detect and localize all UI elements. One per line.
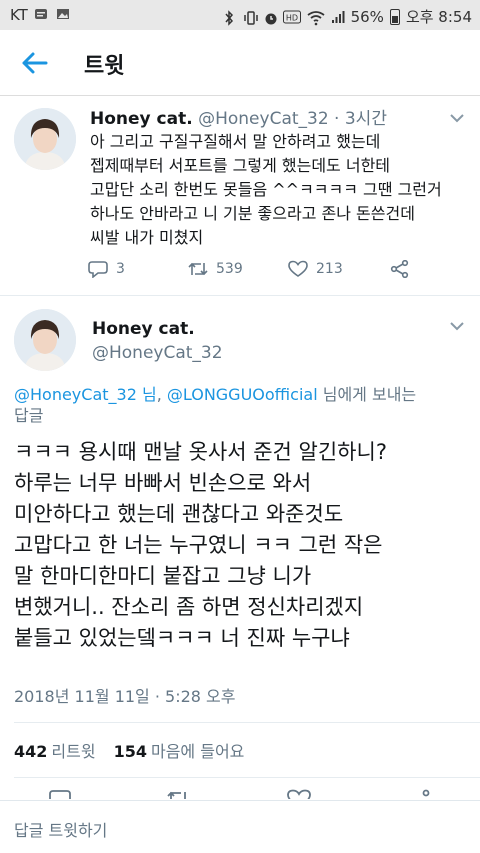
page-title: 트윗 [84, 54, 125, 79]
tweet-text-line: 하루는 너무 바빠서 빈손으로 와서 [14, 471, 312, 495]
battery-percent: 56% [350, 7, 384, 26]
battery-icon [389, 8, 400, 25]
tweet-text-line: 고맙단 소리 한번도 못들음 ^^ㅋㅋㅋㅋ 그땐 그런거 [90, 180, 442, 199]
author-handle[interactable]: @HoneyCat_32 [92, 343, 223, 363]
like-label[interactable]: 마음에 들어요 [151, 738, 244, 762]
like-count: 213 [316, 261, 343, 277]
app-header: 트윗 [0, 30, 480, 96]
tweet-timestamp: 2018년 11월 11일 · 5:28 오후 [14, 687, 236, 706]
reply-input[interactable]: 답글 트윗하기 [14, 817, 107, 841]
reply-to-suffix: 님에게 보내는 [317, 385, 417, 404]
tweet-text: ㅋㅋㅋ 용시때 맨날 옷사서 준건 알긴하니? 하루는 너무 바빠서 빈손으로 … [14, 437, 474, 654]
like-count[interactable]: 154 [114, 742, 147, 761]
svg-text:HD: HD [286, 13, 298, 22]
signal-icon [331, 10, 345, 24]
tweet-text-line: 미안하다고 했는데 괜찮다고 와준것도 [14, 502, 344, 526]
tweet-actions: 3 539 213 [88, 260, 428, 282]
like-button[interactable]: 213 [288, 260, 343, 278]
retweet-count: 539 [216, 261, 243, 277]
tweet-text-line: 아 그리고 구질구질해서 말 안하려고 했는데 [90, 132, 381, 151]
chevron-down-icon[interactable] [450, 321, 464, 331]
action-bar-partial [0, 785, 480, 799]
reply-to-link-1[interactable]: @HoneyCat_32 님 [14, 385, 157, 404]
clock: 오후 8:54 [405, 8, 472, 26]
retweet-icon[interactable] [166, 789, 190, 799]
tweet-text-line: 고맙다고 한 너는 누구였니 ㅋㅋ 그런 작은 [14, 533, 383, 557]
tweet-text-line: ㅋㅋㅋ 용시때 맨날 옷사서 준건 알긴하니? [14, 440, 387, 464]
tweet-text: 아 그리고 구질구질해서 말 안하려고 했는데 젭제때부터 서포트를 그렇게 했… [90, 130, 468, 250]
hd-icon: HD [282, 10, 301, 24]
vibrate-icon [243, 10, 258, 25]
back-button[interactable] [18, 48, 52, 78]
image-icon [56, 7, 70, 21]
reply-button[interactable]: 3 [88, 260, 125, 278]
wifi-icon [307, 10, 325, 25]
reply-context: @HoneyCat_32 님, @LONGGUOofficial 님에게 보내는… [14, 384, 464, 426]
author-name[interactable]: Honey cat. [92, 319, 195, 339]
chevron-down-icon[interactable] [450, 113, 464, 123]
reply-to-link-2[interactable]: @LONGGUOofficial [167, 385, 318, 404]
heart-icon [288, 260, 308, 277]
divider [14, 722, 480, 723]
retweet-label[interactable]: 리트윗 [51, 738, 95, 762]
status-bar: KT HD 56% 오후 8:54 [0, 0, 480, 30]
divider [14, 777, 480, 778]
reply-count: 3 [116, 261, 125, 277]
carrier-label: KT [10, 6, 28, 24]
share-button[interactable] [390, 260, 410, 278]
tweet-text-line: 젭제때부터 서포트를 그렇게 했는데도 너한테 [90, 156, 391, 175]
retweet-count[interactable]: 442 [14, 742, 47, 761]
share-icon[interactable] [414, 789, 438, 799]
reply-to-label: 답글 [14, 406, 44, 425]
author-handle-time: @HoneyCat_32 · 3시간 [198, 109, 387, 129]
reply-icon[interactable] [48, 789, 72, 799]
share-icon [390, 260, 409, 278]
tweet-text-line: 변했거니.. 잔소리 좀 하면 정신차리겠지 [14, 595, 364, 619]
alarm-icon [263, 10, 277, 24]
tweet-text-line: 붙들고 있었는뎈ㅋㅋㅋ 너 진짜 누구냐 [14, 626, 350, 650]
bluetooth-icon [223, 9, 237, 26]
avatar[interactable] [14, 309, 76, 371]
arrow-left-icon [22, 52, 48, 74]
notification-icon [34, 7, 48, 21]
reply-icon [88, 261, 108, 278]
tweet-text-line: 씨발 내가 미쳤지 [90, 228, 204, 247]
heart-icon[interactable] [287, 789, 311, 799]
parent-tweet[interactable]: Honey cat. @HoneyCat_32 · 3시간 아 그리고 구질구질… [0, 96, 480, 296]
tweet-text-line: 하나도 안바라고 니 기분 좋으라고 존나 돈쓴건데 [90, 204, 415, 223]
tweet-text-line: 말 한마디한마디 붙잡고 그냥 니가 [14, 564, 312, 588]
retweet-button[interactable]: 539 [188, 260, 243, 278]
avatar[interactable] [14, 108, 76, 170]
reply-composer-bar: 답글 트윗하기 [0, 800, 480, 853]
retweet-icon [188, 262, 208, 276]
tweet-stats: 442 리트윗 154 마음에 들어요 [14, 738, 244, 762]
author-name[interactable]: Honey cat. [90, 109, 193, 129]
reply-to-separator: , [156, 385, 167, 404]
